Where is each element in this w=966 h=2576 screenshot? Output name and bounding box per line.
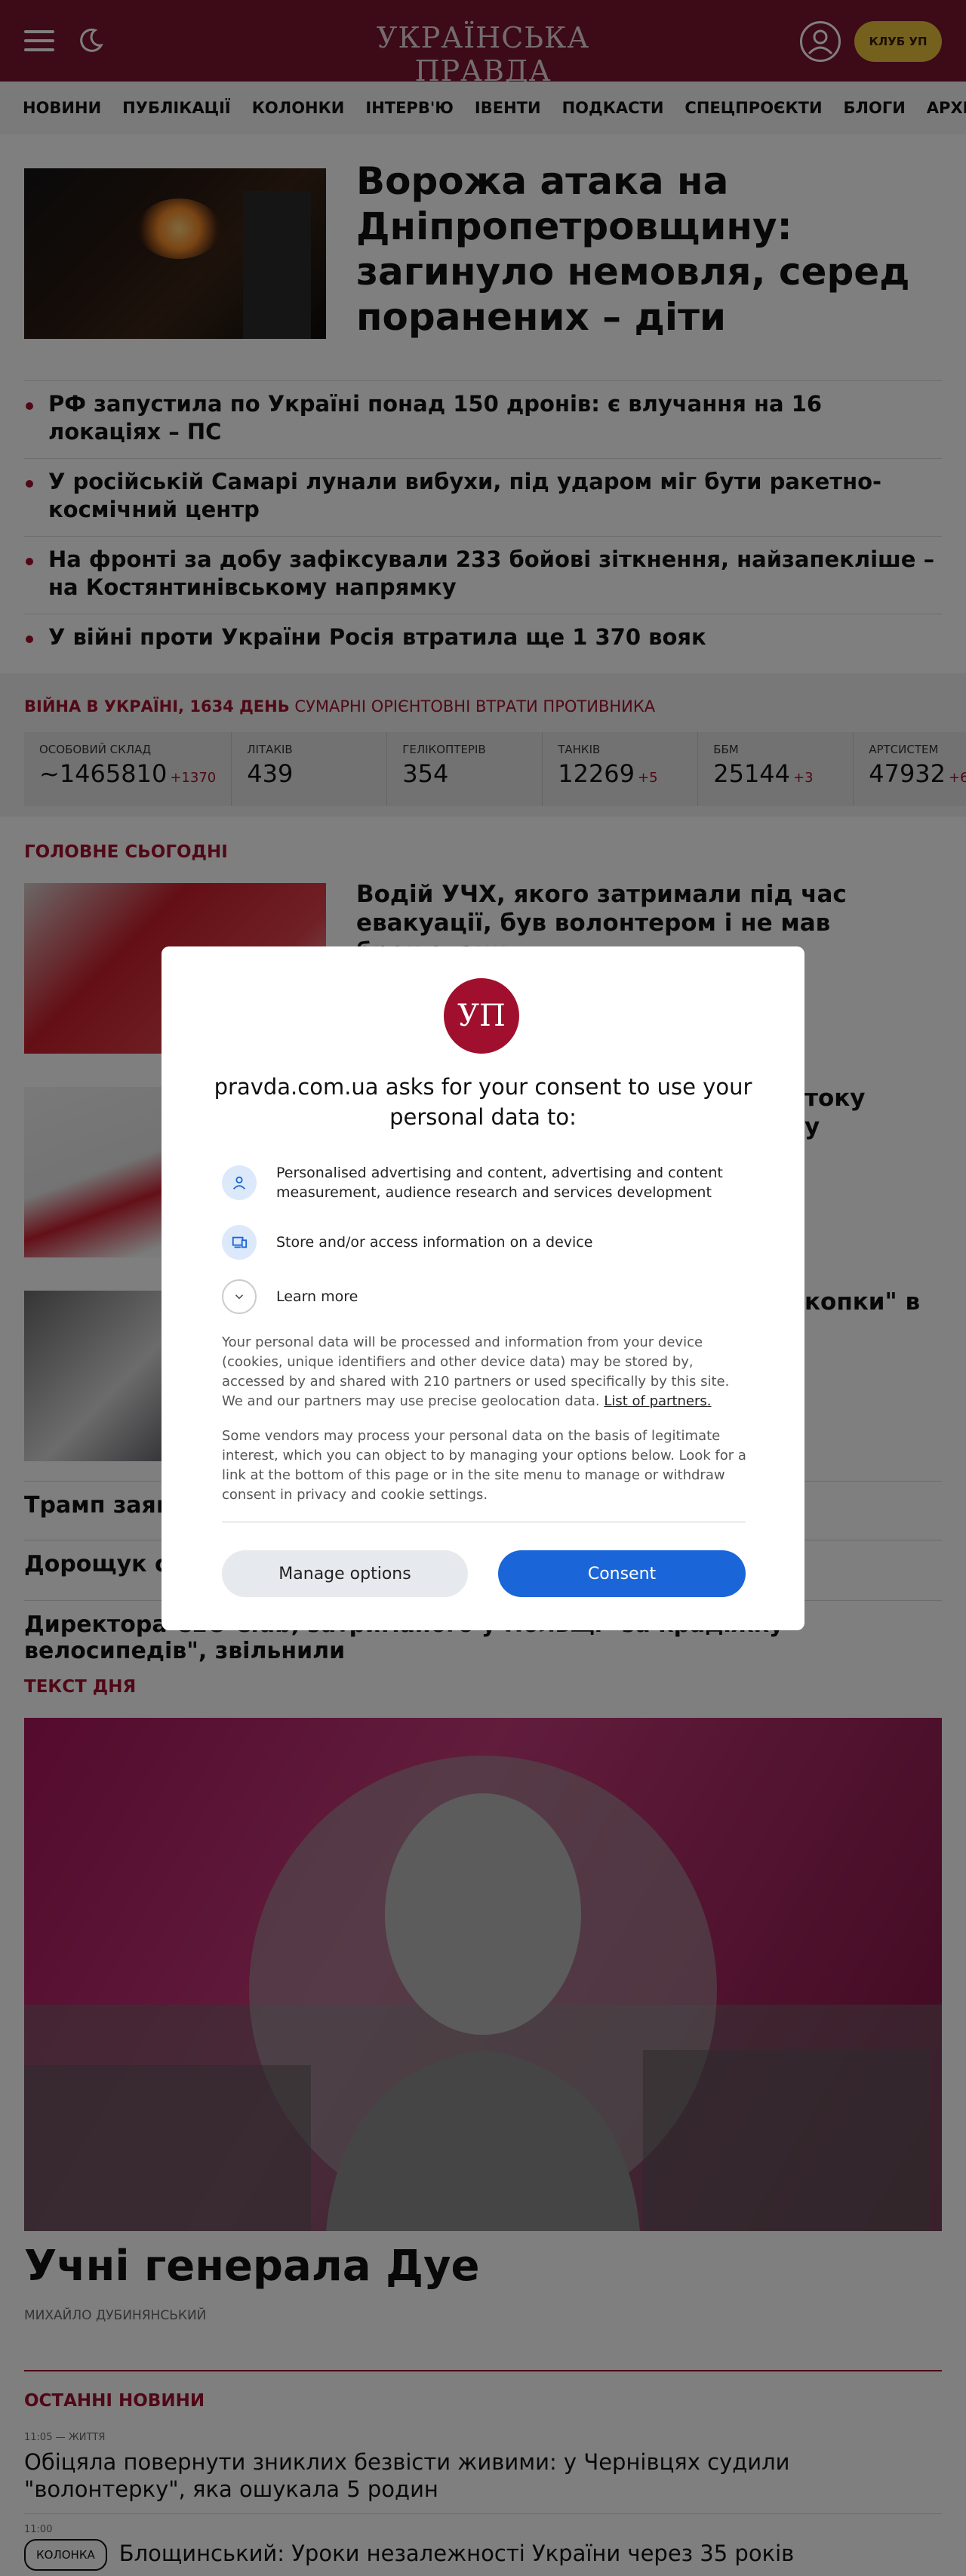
consent-title: pravda.com.ua asks for your consent to u… <box>214 1074 752 1130</box>
purpose-device-storage: Store and/or access information on a dev… <box>222 1225 750 1260</box>
learn-more-toggle[interactable]: Learn more <box>222 1279 750 1314</box>
chevron-down-icon[interactable] <box>222 1279 257 1314</box>
purpose-personalised-ads: Personalised advertising and content, ad… <box>222 1163 750 1202</box>
site-logo-badge: УП <box>444 978 519 1054</box>
partners-link[interactable]: List of partners. <box>604 1393 711 1409</box>
devices-icon <box>222 1225 257 1260</box>
manage-options-button[interactable]: Manage options <box>222 1550 468 1597</box>
legitimate-interest-text: Some vendors may process your personal d… <box>222 1428 746 1503</box>
consent-dialog: УП pravda.com.ua asks for your consent t… <box>162 946 804 1630</box>
person-icon <box>222 1165 257 1200</box>
consent-button[interactable]: Consent <box>498 1550 746 1597</box>
consent-description: Your personal data will be processed and… <box>222 1334 730 1409</box>
